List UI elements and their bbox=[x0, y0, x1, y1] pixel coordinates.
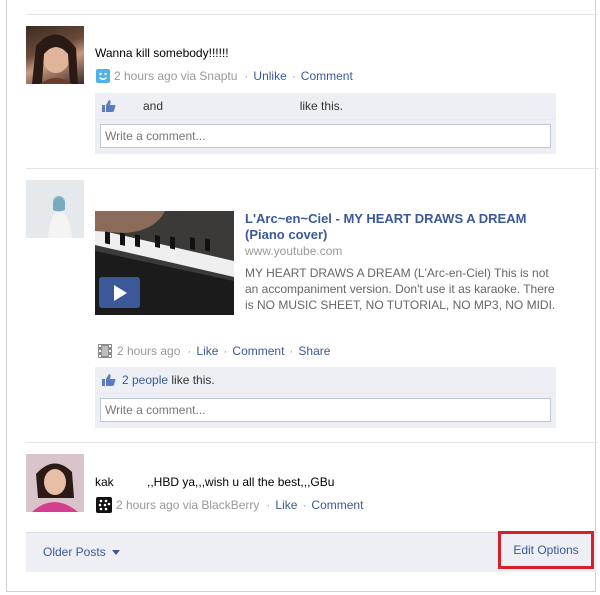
story-meta: 2 hours ago via BlackBerry · Like · Comm… bbox=[96, 497, 363, 513]
older-posts-label: Older Posts bbox=[43, 545, 106, 559]
thumbs-up-icon bbox=[101, 373, 117, 387]
comment-link[interactable]: Comment bbox=[232, 344, 284, 358]
share-link[interactable]: Share bbox=[298, 344, 330, 358]
blackberry-icon bbox=[96, 497, 112, 513]
thumbs-up-icon bbox=[101, 99, 117, 113]
story-feedback: 2 people like this. Write a comment... bbox=[95, 367, 556, 428]
attachment-title[interactable]: L'Arc~en~Ciel - MY HEART DRAWS A DREAM (… bbox=[245, 211, 555, 243]
snaptu-icon bbox=[96, 69, 110, 83]
profile-photo-icon bbox=[26, 454, 84, 512]
story-feedback: and like this. Write a comment... bbox=[95, 93, 556, 154]
attachment-url: www.youtube.com bbox=[245, 244, 343, 258]
comment-link[interactable]: Comment bbox=[311, 498, 363, 512]
comment-link[interactable]: Comment bbox=[301, 69, 353, 83]
profile-photo-icon bbox=[32, 34, 78, 84]
avatar[interactable] bbox=[26, 454, 84, 512]
comment-input[interactable]: Write a comment... bbox=[100, 124, 551, 148]
avatar[interactable] bbox=[26, 26, 84, 84]
feed-divider bbox=[26, 442, 598, 443]
likes-sentence: and like this. bbox=[95, 93, 556, 120]
attachment-description: MY HEART DRAWS A DREAM (L'Arc-en-Ciel) T… bbox=[245, 266, 556, 312]
video-icon bbox=[97, 343, 113, 359]
comment-input[interactable]: Write a comment... bbox=[100, 398, 551, 422]
like-link[interactable]: Like bbox=[196, 344, 218, 358]
play-icon[interactable] bbox=[99, 277, 140, 308]
story-timestamp[interactable]: 2 hours ago bbox=[117, 344, 180, 358]
likes-text: and like this. bbox=[143, 99, 344, 113]
comment-composer: Write a comment... bbox=[95, 120, 556, 154]
story-message: kak ,,HBD ya,,,wish u all the best,,,GBu bbox=[95, 475, 335, 489]
chevron-down-icon bbox=[111, 549, 120, 555]
comment-composer: Write a comment... bbox=[95, 394, 556, 428]
story-timestamp[interactable]: 2 hours ago via Snaptu bbox=[114, 69, 237, 83]
story-meta: 2 hours ago via Snaptu · Unlike · Commen… bbox=[96, 69, 353, 83]
feed-pager: Older Posts Edit Options bbox=[26, 531, 597, 572]
profile-photo-icon bbox=[26, 180, 84, 238]
likes-suffix: like this. bbox=[168, 373, 215, 387]
edit-options-button[interactable]: Edit Options bbox=[498, 531, 594, 569]
story-timestamp[interactable]: 2 hours ago via BlackBerry bbox=[116, 498, 259, 512]
story-message: Wanna kill somebody!!!!!! bbox=[95, 46, 229, 60]
likes-sentence: 2 people like this. bbox=[95, 367, 556, 394]
like-link[interactable]: Like bbox=[275, 498, 297, 512]
likes-count-link[interactable]: 2 people bbox=[122, 373, 168, 387]
story-meta: 2 hours ago · Like · Comment · Share bbox=[97, 343, 330, 359]
feed-divider bbox=[26, 168, 598, 169]
unlike-link[interactable]: Unlike bbox=[253, 69, 286, 83]
older-posts-button[interactable]: Older Posts bbox=[43, 545, 120, 559]
feed-divider bbox=[26, 14, 598, 15]
video-thumbnail[interactable] bbox=[95, 211, 234, 315]
avatar[interactable] bbox=[26, 180, 84, 238]
